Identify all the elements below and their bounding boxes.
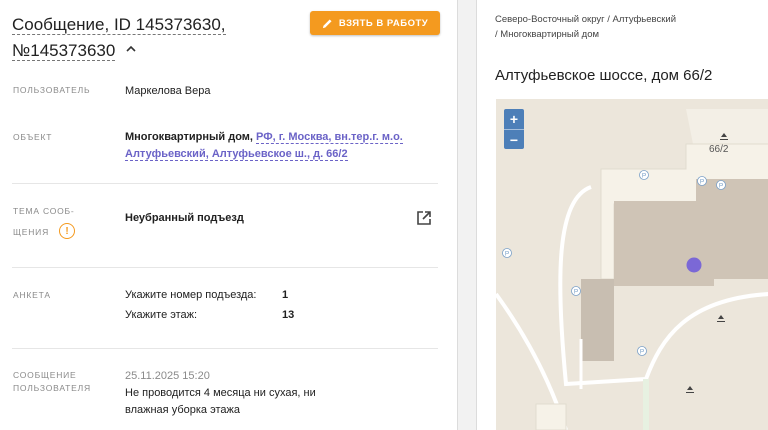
message-label-line1: СООБЩЕНИЕ — [13, 370, 77, 380]
take-to-work-label: ВЗЯТЬ В РАБОТУ — [338, 17, 429, 29]
topic-label-line2: ЩЕНИЯ — [13, 227, 50, 237]
parking-icon: P — [700, 179, 704, 186]
survey-answer: 1 — [282, 289, 289, 301]
divider — [12, 348, 438, 349]
address-title: Алтуфьевское шоссе, дом 66/2 — [495, 67, 713, 84]
object-value: Многоквартирный дом, РФ, г. Москва, вн.т… — [125, 129, 425, 163]
message-text: Не проводится 4 месяца ни сухая, ни влаж… — [125, 387, 316, 416]
take-to-work-button[interactable]: ВЗЯТЬ В РАБОТУ — [310, 11, 440, 35]
breadcrumb: Северо-Восточный округ / Алтуфьевский / … — [495, 12, 755, 42]
location-marker[interactable] — [686, 257, 702, 273]
pencil-icon — [322, 18, 332, 28]
parking-icon: P — [574, 289, 578, 296]
survey-label: АНКЕТА — [13, 290, 51, 300]
chevron-up-icon[interactable] — [126, 44, 136, 54]
divider — [12, 267, 438, 268]
object-label: ОБЪЕКТ — [13, 132, 53, 142]
title-line1: Сообщение, ID 145373630, — [12, 15, 226, 35]
divider — [12, 183, 438, 184]
survey-question: Укажите номер подъезда: — [125, 289, 257, 301]
zoom-in-button[interactable]: + — [504, 109, 524, 129]
topic-label-line1: ТЕМА СООБ- — [13, 206, 75, 216]
parking-icon: P — [640, 349, 644, 356]
message-date: 25.11.2025 15:20 — [125, 370, 210, 382]
warning-icon: ! — [59, 223, 75, 239]
message-panel: Сообщение, ID 145373630, №145373630 ВЗЯТ… — [0, 0, 458, 430]
building-number-label: 66/2 — [709, 144, 729, 155]
zoom-out-button[interactable]: − — [504, 129, 524, 149]
survey-question: Укажите этаж: — [125, 309, 198, 321]
message-title[interactable]: Сообщение, ID 145373630, №145373630 — [12, 12, 272, 64]
object-type: Многоквартирный дом, — [125, 131, 253, 143]
zoom-control: + − — [504, 109, 524, 149]
breadcrumb-line1: Северо-Восточный округ / Алтуфьевский — [495, 14, 676, 25]
user-label: ПОЛЬЗОВАТЕЛЬ — [13, 85, 91, 95]
user-value: Маркелова Вера — [125, 85, 211, 97]
parking-icon: P — [505, 251, 509, 258]
title-line2: №145373630 — [12, 41, 116, 61]
topic-value: Неубранный подъезд — [125, 212, 244, 224]
survey-answer: 13 — [282, 309, 295, 321]
map-view[interactable]: P P P P P P + − 66/2 — [496, 99, 768, 430]
message-label-line2: ПОЛЬЗОВАТЕЛЯ — [13, 383, 91, 393]
location-panel: Северо-Восточный округ / Алтуфьевский / … — [476, 0, 768, 430]
breadcrumb-line2: / Многоквартирный дом — [495, 29, 600, 40]
external-link-icon[interactable] — [416, 210, 432, 226]
parking-icon: P — [719, 183, 723, 190]
parking-icon: P — [642, 173, 646, 180]
